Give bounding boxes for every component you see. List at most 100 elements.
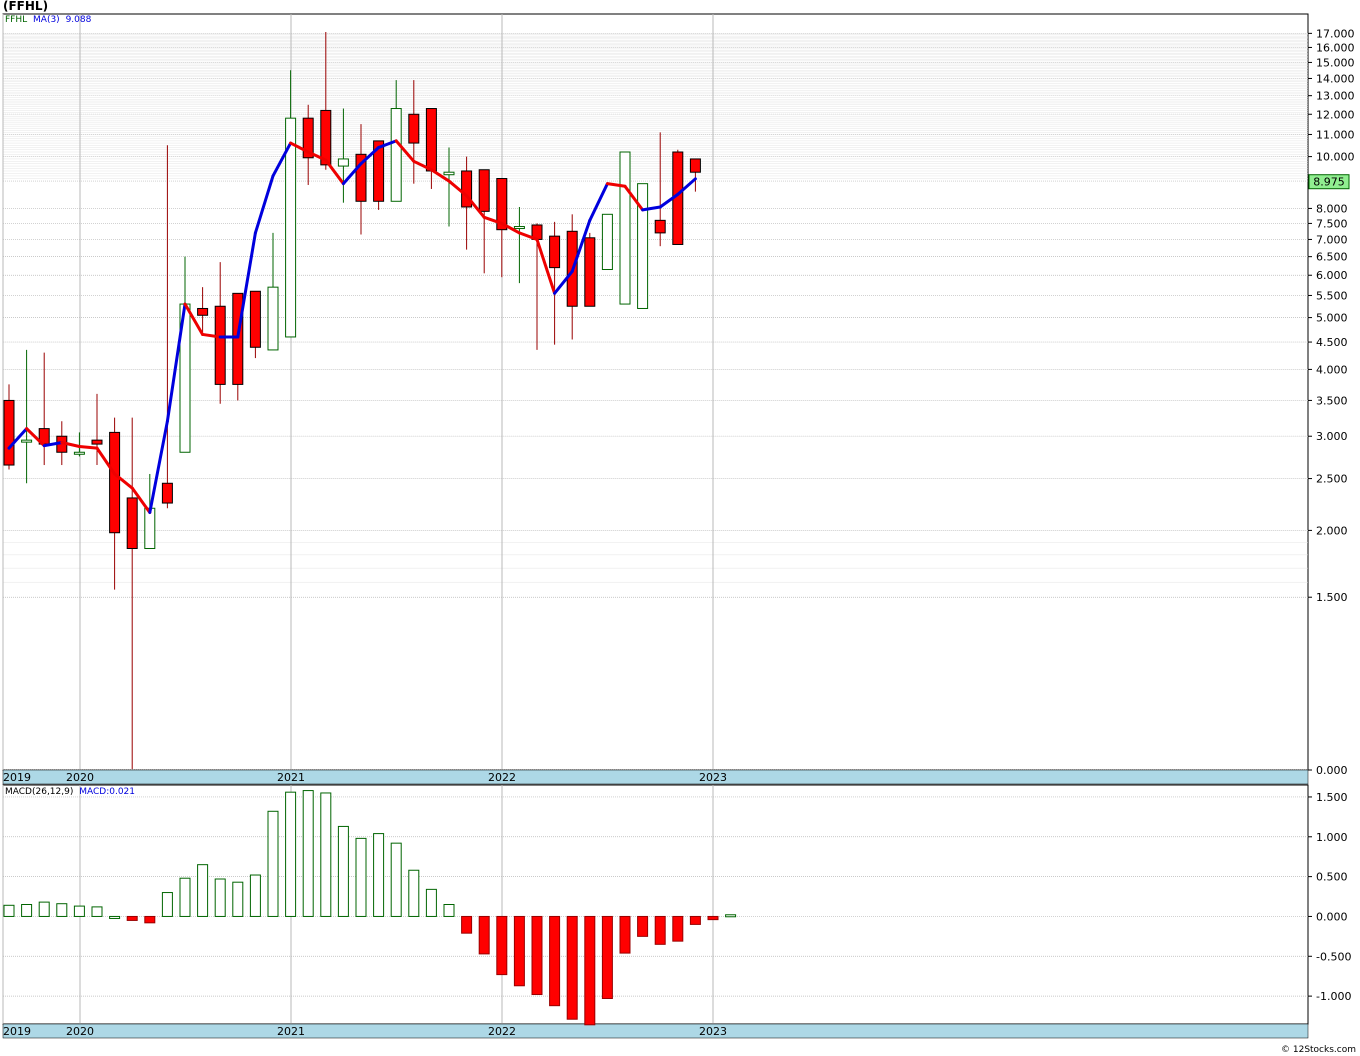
macd-value: MACD:0.021 bbox=[79, 787, 136, 797]
candle bbox=[584, 232, 596, 307]
macd-bar bbox=[637, 915, 649, 937]
price-tick-label: 15.000 bbox=[1316, 56, 1355, 69]
ma-label: MA(3) bbox=[33, 15, 60, 25]
macd-bar bbox=[214, 878, 226, 917]
price-x-label-2022: 2022 bbox=[488, 771, 516, 784]
macd-bar bbox=[443, 904, 455, 917]
price-tick-label: 11.000 bbox=[1316, 128, 1355, 141]
price-tick-label: 8.000 bbox=[1316, 202, 1348, 215]
macd-tick-label: 0.000 bbox=[1316, 910, 1348, 923]
candle-body bbox=[232, 292, 244, 385]
macd-bar bbox=[73, 905, 85, 917]
candle-body bbox=[425, 108, 437, 172]
macd-bar bbox=[373, 833, 385, 917]
macd-bar bbox=[355, 837, 367, 917]
macd-legend: MACD(26,12,9) MACD:0.021 bbox=[5, 787, 135, 797]
macd-bar bbox=[496, 915, 508, 976]
macd-bar bbox=[249, 874, 261, 917]
price-tick-label: 2.000 bbox=[1316, 524, 1348, 537]
chart-title: (FFHL) bbox=[3, 0, 49, 13]
macd-bar bbox=[461, 915, 473, 934]
price-tick-label: 17.000 bbox=[1316, 27, 1355, 40]
macd-bar bbox=[425, 888, 437, 917]
candle bbox=[601, 213, 613, 271]
macd-bar bbox=[38, 901, 50, 917]
price-tick-label: 10.000 bbox=[1316, 151, 1355, 164]
macd-bar bbox=[549, 915, 561, 1007]
price-tick-label: 6.000 bbox=[1316, 269, 1348, 282]
macd-bar bbox=[285, 791, 297, 917]
macd-x-label-2019: 2019 bbox=[3, 1025, 31, 1038]
macd-bar bbox=[689, 915, 701, 925]
macd-tick-label: 0.500 bbox=[1316, 871, 1348, 884]
macd-bar bbox=[179, 877, 191, 917]
candle-body bbox=[267, 286, 279, 351]
macd-bar bbox=[513, 915, 525, 987]
price-tick-label: 14.000 bbox=[1316, 72, 1355, 85]
price-tick-label: 4.500 bbox=[1316, 336, 1348, 349]
macd-bar bbox=[197, 864, 209, 917]
macd-x-label-2022: 2022 bbox=[488, 1025, 516, 1038]
candle-body bbox=[478, 169, 490, 212]
candle-body bbox=[109, 431, 121, 534]
macd-bar bbox=[584, 915, 596, 1026]
candle-body bbox=[654, 219, 666, 234]
candle-body bbox=[197, 307, 209, 316]
macd-bar bbox=[302, 790, 314, 917]
macd-label: MACD(26,12,9) bbox=[5, 787, 74, 797]
candle-body bbox=[91, 439, 103, 445]
last-price-label: 8.975 bbox=[1313, 176, 1345, 189]
macd-x-label-2020: 2020 bbox=[66, 1025, 94, 1038]
macd-bar bbox=[3, 904, 15, 917]
price-x-axis-band bbox=[2, 769, 1309, 785]
candle bbox=[619, 151, 631, 305]
price-tick-label: 16.000 bbox=[1316, 41, 1355, 54]
candle-body bbox=[3, 399, 15, 466]
macd-bar bbox=[337, 825, 349, 917]
macd-bar bbox=[531, 915, 543, 996]
price-tick-label: 3.000 bbox=[1316, 430, 1348, 443]
candle-body bbox=[637, 183, 649, 309]
macd-bar bbox=[56, 903, 68, 917]
macd-bar bbox=[144, 915, 156, 924]
candle-body bbox=[619, 151, 631, 305]
candle-body bbox=[689, 158, 701, 173]
price-tick-label: 2.500 bbox=[1316, 473, 1348, 486]
macd-bar bbox=[267, 810, 279, 917]
macd-bar bbox=[126, 915, 138, 921]
macd-tick-label: 1.500 bbox=[1316, 791, 1348, 804]
macd-bar bbox=[672, 915, 684, 942]
price-tick-label: 12.000 bbox=[1316, 108, 1355, 121]
price-tick-label: 1.500 bbox=[1316, 591, 1348, 604]
macd-bar bbox=[408, 869, 420, 917]
price-tick-label: 0.000 bbox=[1316, 764, 1348, 777]
macd-bar bbox=[725, 914, 737, 918]
price-x-label-2019: 2019 bbox=[3, 771, 31, 784]
ma-segment bbox=[77, 445, 99, 450]
candle-body bbox=[513, 226, 525, 230]
price-x-label-2023: 2023 bbox=[699, 771, 727, 784]
price-panel-frame bbox=[2, 13, 1309, 771]
macd-x-axis-band bbox=[2, 1023, 1309, 1039]
candle-body bbox=[390, 108, 402, 202]
candle-body bbox=[408, 113, 420, 144]
candle-body bbox=[549, 235, 561, 269]
candle-body bbox=[126, 497, 138, 550]
macd-bar bbox=[707, 915, 719, 921]
price-tick-label: 4.000 bbox=[1316, 363, 1348, 376]
price-tick-label: 5.500 bbox=[1316, 289, 1348, 302]
macd-bar bbox=[390, 842, 402, 917]
macd-tick-label: -0.500 bbox=[1316, 950, 1351, 963]
macd-tick-label: 1.000 bbox=[1316, 831, 1348, 844]
macd-tick-label: -1.000 bbox=[1316, 990, 1351, 1003]
candle-body bbox=[584, 237, 596, 307]
macd-bar bbox=[478, 915, 490, 955]
price-tick-label: 5.000 bbox=[1316, 312, 1348, 325]
price-legend: FFHL MA(3) 9.088 bbox=[5, 15, 91, 25]
price-x-label-2020: 2020 bbox=[66, 771, 94, 784]
candle-body bbox=[161, 482, 173, 504]
price-tick-label: 7.500 bbox=[1316, 217, 1348, 230]
chart-canvas: 17.00016.000 15.000 14.000 13.000 12.000 11.0… bbox=[2, 13, 1355, 1039]
candle-body bbox=[144, 507, 156, 550]
candle bbox=[637, 183, 649, 309]
